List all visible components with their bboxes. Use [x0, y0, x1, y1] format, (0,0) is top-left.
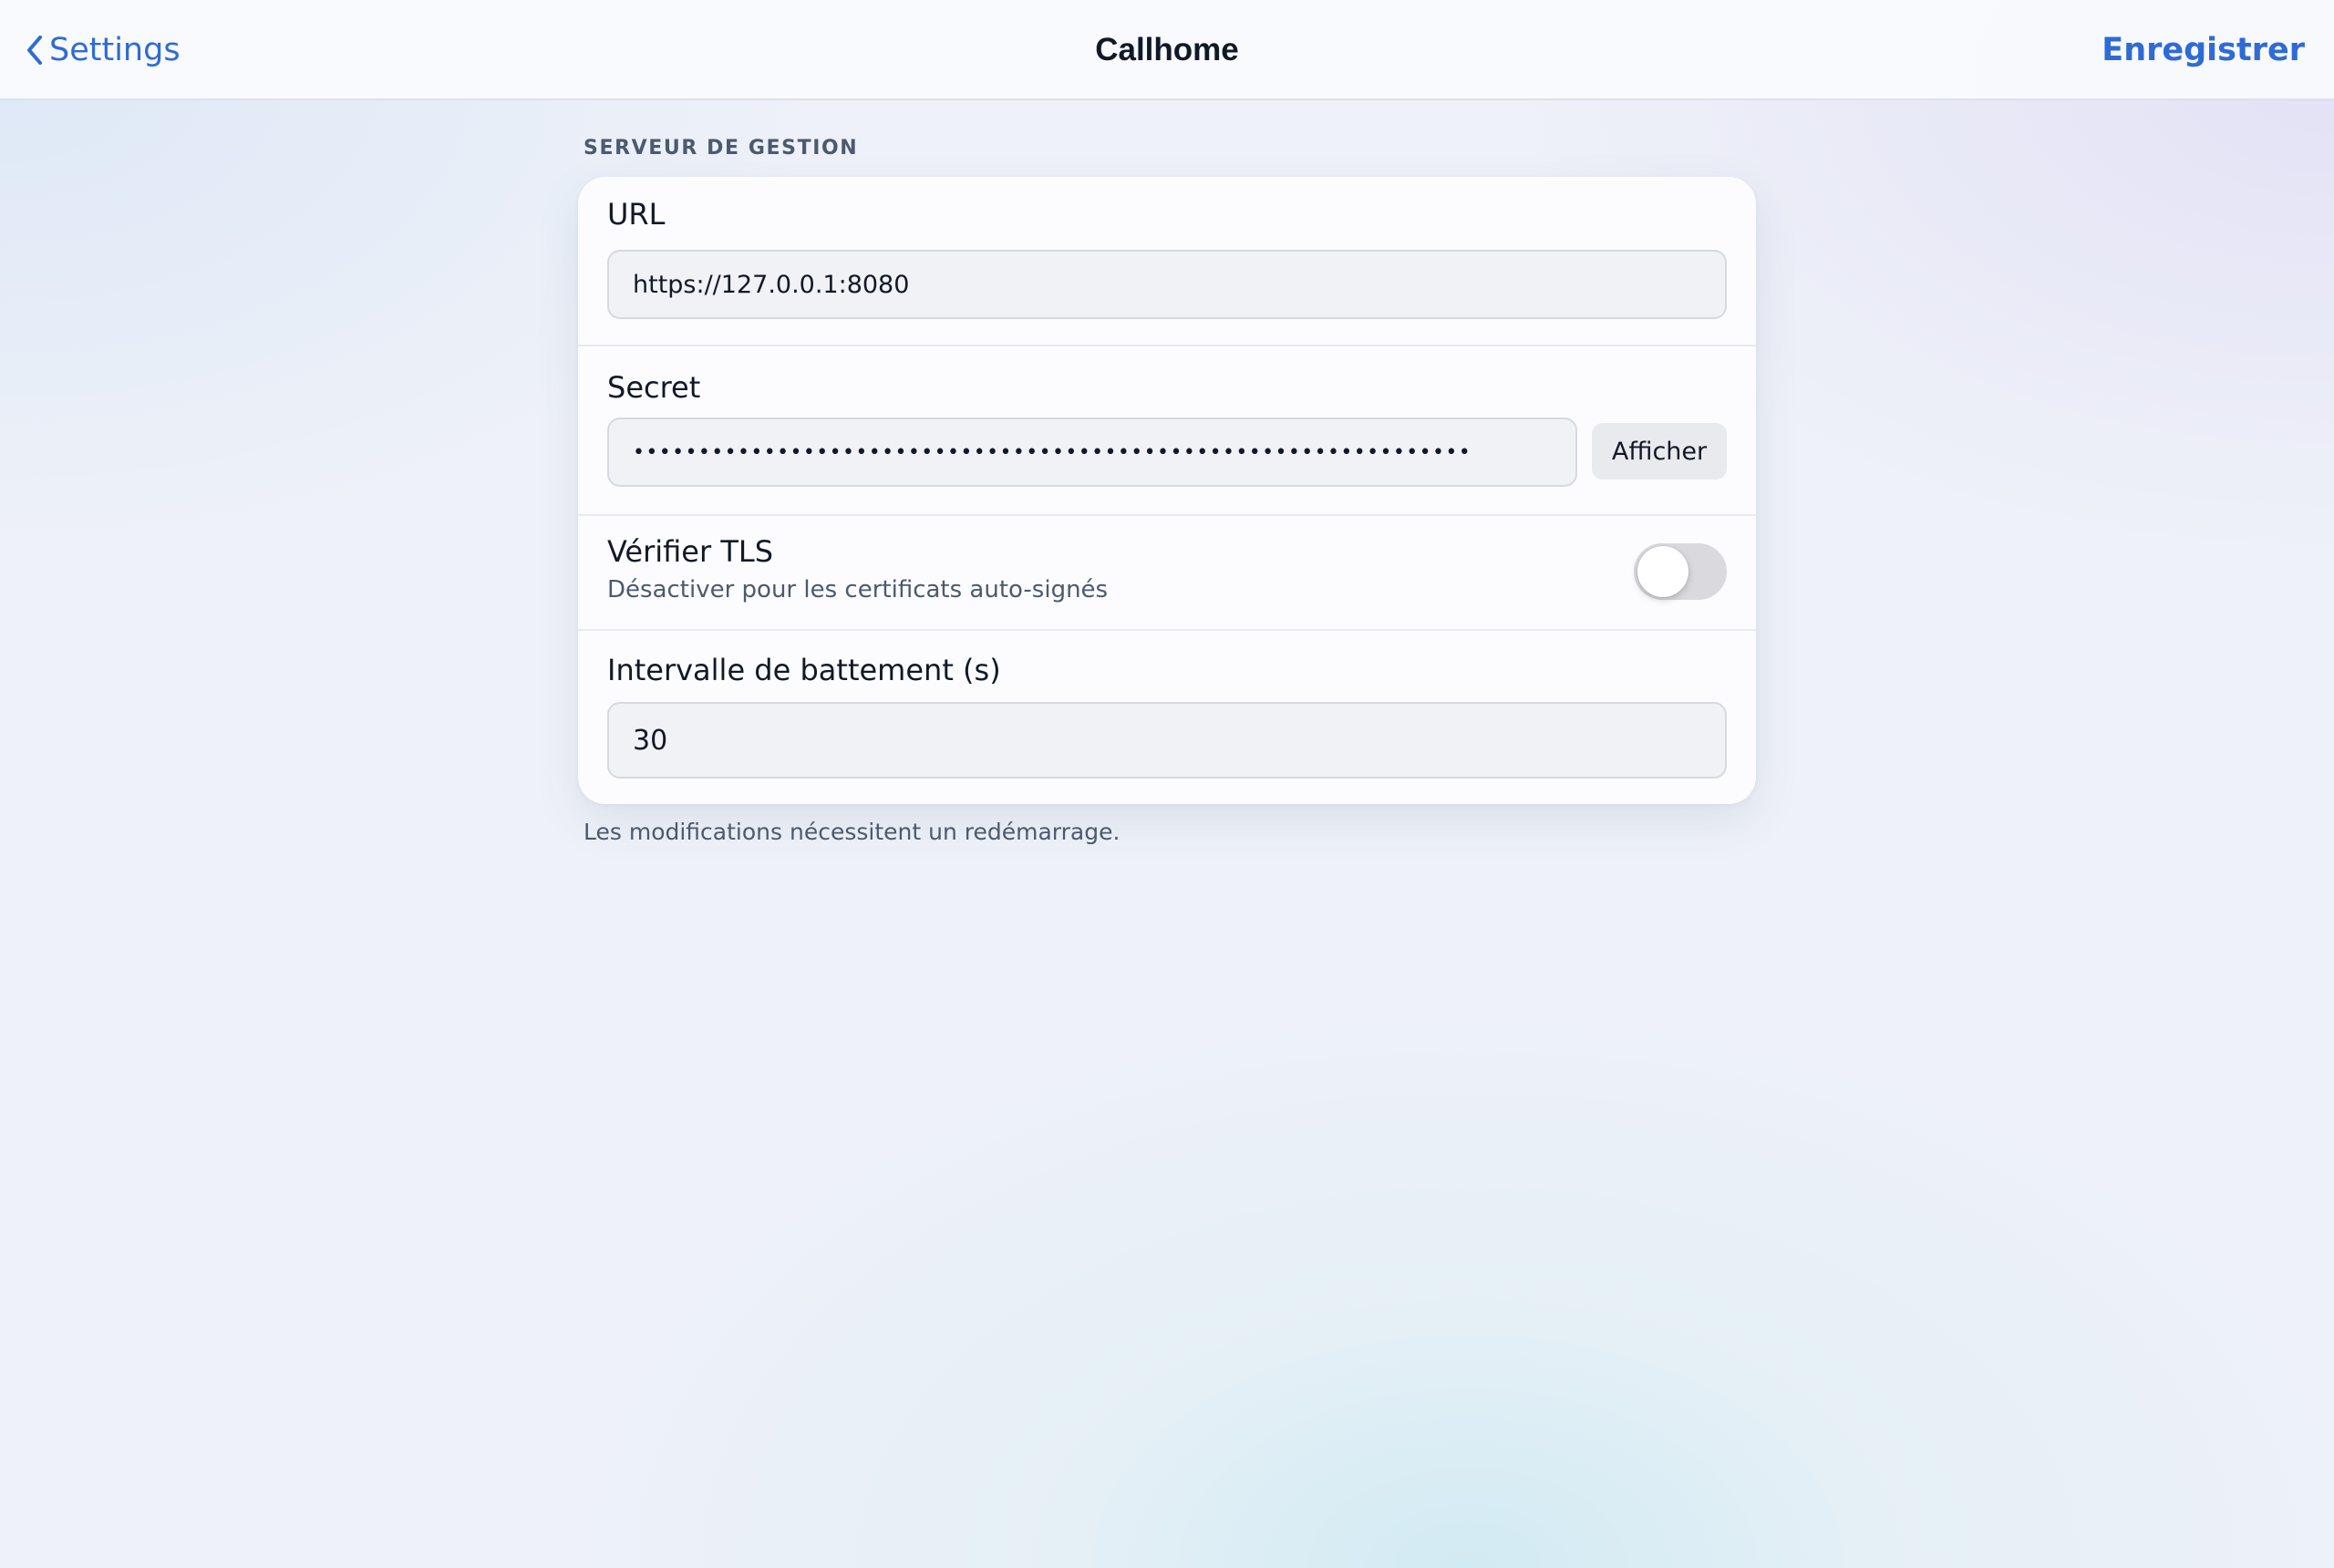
section-header: SERVEUR DE GESTION: [584, 137, 859, 160]
tls-description: Désactiver pour les certificats auto-sig…: [607, 576, 1109, 603]
tls-label: Vérifier TLS: [607, 534, 773, 569]
show-secret-button[interactable]: Afficher: [1592, 423, 1727, 480]
settings-card: URL https://127.0.0.1:8080 Secret ••••••…: [578, 177, 1756, 804]
url-field[interactable]: https://127.0.0.1:8080: [607, 250, 1727, 319]
navigation-bar: Settings Callhome Enregistrer: [0, 0, 2334, 100]
toggle-knob: [1637, 546, 1689, 597]
tls-row: Vérifier TLS Désactiver pour les certifi…: [578, 514, 1756, 629]
interval-field[interactable]: 30: [607, 702, 1727, 779]
secret-row: Secret •••••••••••••••••••••••••••••••••…: [578, 345, 1756, 514]
save-button[interactable]: Enregistrer: [2102, 27, 2305, 73]
page-title: Callhome: [1095, 32, 1239, 67]
tls-toggle[interactable]: [1634, 543, 1727, 600]
interval-label: Intervalle de battement (s): [607, 653, 1001, 687]
url-label: URL: [607, 197, 666, 232]
url-row: URL https://127.0.0.1:8080: [578, 177, 1756, 345]
section-footer: Les modifications nécessitent un redémar…: [584, 819, 1121, 845]
secret-field[interactable]: ••••••••••••••••••••••••••••••••••••••••…: [607, 418, 1577, 487]
interval-row: Intervalle de battement (s) 30: [578, 629, 1756, 804]
secret-label: Secret: [607, 370, 701, 405]
